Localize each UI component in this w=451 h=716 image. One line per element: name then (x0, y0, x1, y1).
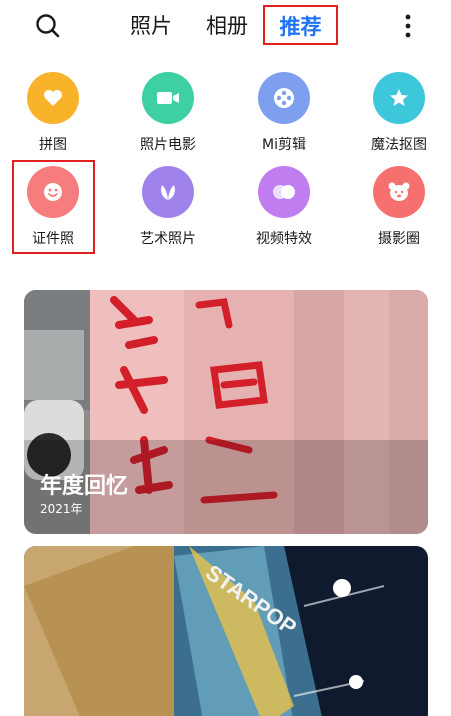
more-vertical-icon (405, 14, 411, 38)
card-title: 年度回忆 (40, 474, 129, 499)
feature-mi-edit[interactable]: Mi剪辑 (236, 72, 332, 160)
bear-face-icon (388, 182, 410, 201)
collage-icon-circle (27, 72, 79, 124)
tab-albums[interactable]: 相册 (202, 10, 252, 42)
smiley-face-icon (44, 183, 62, 201)
search-button[interactable] (34, 12, 62, 40)
feature-id-photo[interactable]: 证件照 (5, 166, 101, 254)
mi-edit-icon-circle (258, 72, 310, 124)
feature-label: Mi剪辑 (262, 137, 306, 153)
feature-art-photo[interactable]: 艺术照片 (120, 166, 216, 254)
magic-cutout-icon-circle (373, 72, 425, 124)
feature-label: 视频特效 (256, 231, 312, 247)
feature-photo-movie[interactable]: 照片电影 (120, 72, 216, 160)
more-button[interactable] (398, 12, 418, 40)
feature-label: 艺术照片 (140, 231, 196, 247)
video-effects-icon-circle (258, 166, 310, 218)
feature-label: 魔法抠图 (371, 137, 427, 153)
id-photo-icon-circle (27, 166, 79, 218)
feature-label: 照片电影 (140, 137, 196, 153)
photo-movie-icon-circle (142, 72, 194, 124)
feature-label: 拼图 (39, 137, 67, 153)
art-photo-icon-circle (142, 166, 194, 218)
feature-collage[interactable]: 拼图 (5, 72, 101, 160)
star-icon (390, 89, 408, 106)
feature-label: 摄影圈 (378, 231, 420, 247)
video-camera-icon (157, 92, 179, 104)
overlapping-circles-icon (273, 185, 295, 199)
leaf-icon (161, 185, 175, 200)
tab-photos[interactable]: 照片 (126, 10, 176, 42)
feature-video-effects[interactable]: 视频特效 (236, 166, 332, 254)
feature-label: 证件照 (32, 231, 74, 247)
film-reel-icon (274, 88, 294, 108)
photo-circle-icon-circle (373, 166, 425, 218)
top-bar: 照片 相册 推荐 (0, 0, 451, 52)
memory-card-store[interactable]: STARPOP (24, 546, 428, 716)
feature-magic-cutout[interactable]: 魔法抠图 (351, 72, 447, 160)
memory-card-annual[interactable]: 年度回忆 2021年 (24, 290, 428, 534)
feature-photo-circle[interactable]: 摄影圈 (351, 166, 447, 254)
card-subtitle: 2021年 (40, 502, 83, 516)
memory-photo: STARPOP (24, 546, 428, 716)
tab-recommend[interactable]: 推荐 (263, 5, 338, 45)
heart-icon (44, 90, 62, 106)
search-icon (36, 14, 60, 38)
